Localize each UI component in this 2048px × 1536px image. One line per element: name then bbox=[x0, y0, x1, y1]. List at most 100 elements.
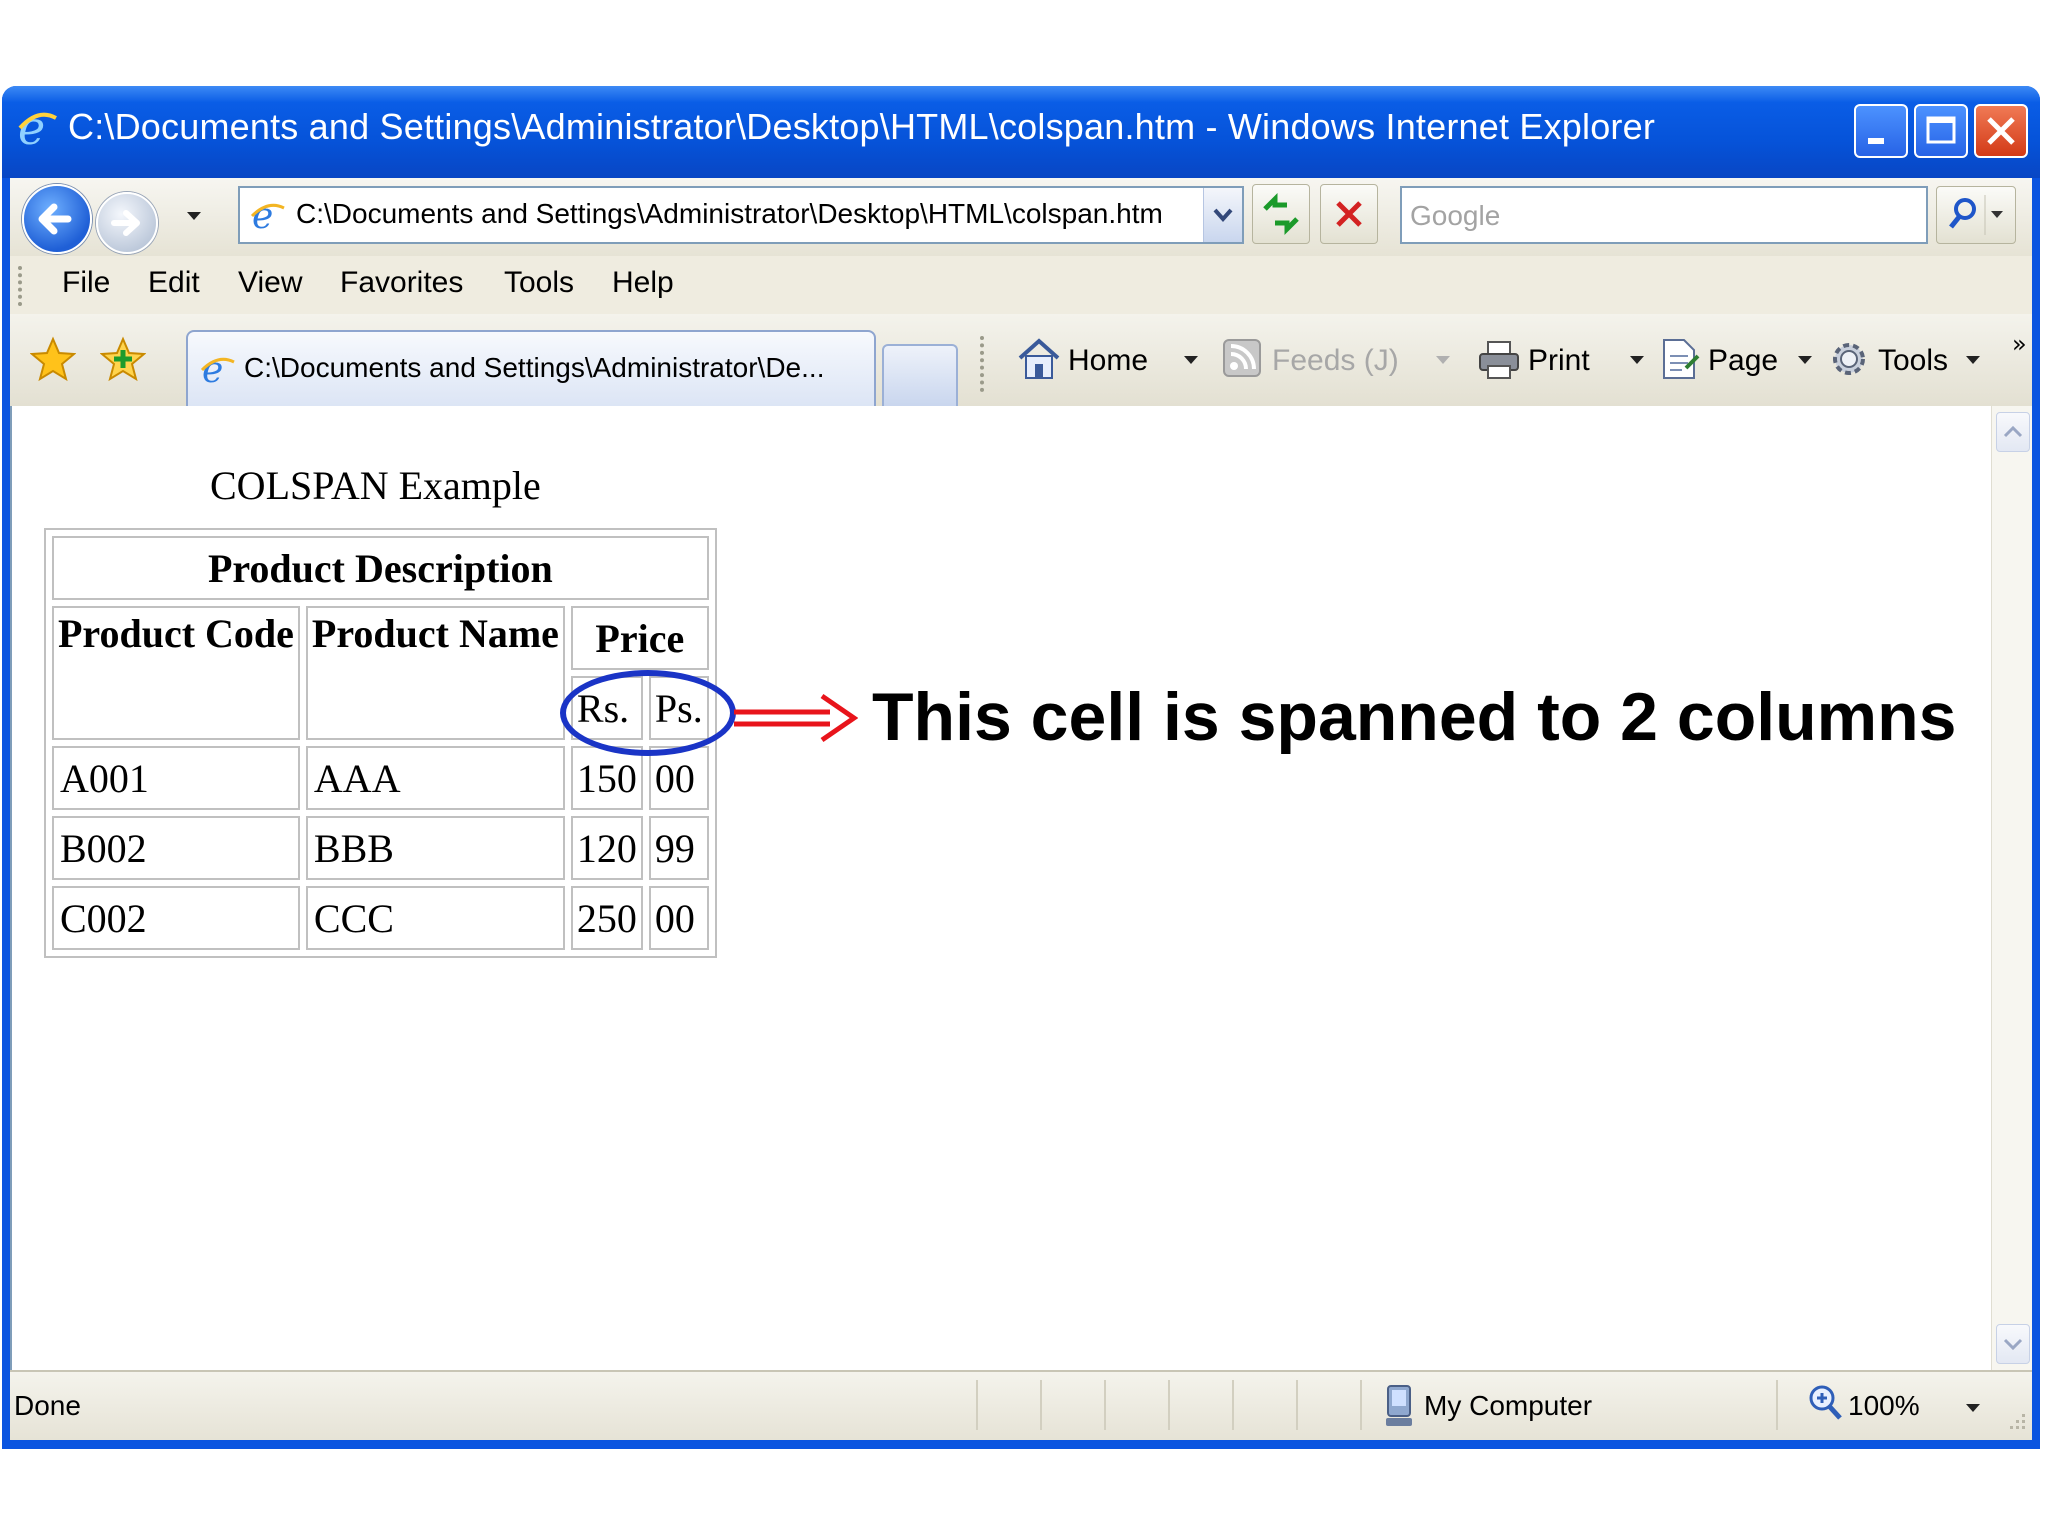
tools-dropdown-icon[interactable] bbox=[1966, 356, 1980, 364]
minimize-button[interactable] bbox=[1854, 104, 1908, 158]
zoom-label: 100% bbox=[1848, 1390, 1920, 1421]
status-separator bbox=[1296, 1380, 1298, 1430]
table-cell: B002 bbox=[52, 816, 300, 880]
print-label: Print bbox=[1528, 344, 1590, 377]
svg-text:e: e bbox=[252, 196, 273, 236]
my-computer-icon bbox=[1380, 1384, 1418, 1435]
tab-page-icon: e bbox=[198, 350, 238, 394]
status-separator bbox=[1104, 1380, 1106, 1430]
forward-button[interactable] bbox=[96, 192, 158, 254]
menu-help[interactable]: Help bbox=[612, 266, 674, 300]
search-placeholder: Google bbox=[1410, 200, 1501, 231]
search-field[interactable]: Google bbox=[1400, 186, 1928, 244]
menu-favorites[interactable]: Favorites bbox=[340, 266, 463, 300]
address-url: C:\Documents and Settings\Administrator\… bbox=[296, 198, 1163, 229]
tools-label: Tools bbox=[1878, 344, 1949, 377]
table-cell: 250 bbox=[570, 886, 643, 950]
window-title: C:\Documents and Settings\Administrator\… bbox=[68, 106, 1656, 147]
refresh-button[interactable] bbox=[1252, 184, 1310, 244]
toolbar-separator bbox=[980, 336, 984, 392]
table-cell: 99 bbox=[648, 816, 709, 880]
search-button[interactable] bbox=[1936, 186, 2016, 244]
tools-button[interactable]: Tools bbox=[1826, 336, 1956, 384]
zone-label: My Computer bbox=[1424, 1390, 1593, 1421]
menu-bar: File Edit View Favorites Tools Help bbox=[10, 256, 2032, 314]
zoom-magnifier-icon bbox=[1808, 1384, 1844, 1431]
product-description-header: Product Description bbox=[52, 536, 709, 600]
history-dropdown-icon[interactable] bbox=[184, 208, 204, 227]
new-tab-button[interactable] bbox=[882, 344, 958, 406]
add-favorites-icon[interactable] bbox=[99, 336, 147, 386]
stop-button[interactable] bbox=[1320, 184, 1378, 244]
ie-logo-icon: e bbox=[16, 101, 60, 155]
resize-grip-icon[interactable] bbox=[2004, 1408, 2028, 1436]
status-separator bbox=[976, 1380, 978, 1430]
page-button[interactable]: Page bbox=[1656, 336, 1786, 384]
callout-text: This cell is spanned to 2 columns bbox=[872, 679, 1957, 755]
status-separator bbox=[1232, 1380, 1234, 1430]
status-separator bbox=[1168, 1380, 1170, 1430]
title-bar[interactable]: e C:\Documents and Settings\Administrato… bbox=[2, 86, 2040, 178]
table-columns-row: Product Code Product Name Price bbox=[52, 606, 709, 740]
home-button[interactable]: Home bbox=[1016, 336, 1148, 384]
table-cell: CCC bbox=[305, 886, 565, 950]
price-header: Price bbox=[570, 606, 709, 670]
home-icon bbox=[1016, 336, 1062, 390]
back-button[interactable] bbox=[22, 184, 92, 254]
menu-file[interactable]: File bbox=[62, 266, 110, 300]
home-label: Home bbox=[1068, 344, 1149, 377]
svg-text:e: e bbox=[18, 104, 45, 154]
close-button[interactable] bbox=[1974, 104, 2028, 158]
highlight-ring bbox=[560, 670, 736, 756]
print-button[interactable]: Print bbox=[1476, 336, 1626, 384]
feeds-dropdown-icon[interactable] bbox=[1436, 356, 1450, 364]
feeds-label: Feeds (J) bbox=[1272, 344, 1399, 377]
vertical-scrollbar[interactable] bbox=[1991, 406, 2032, 1370]
table-row: A001 AAA 150 00 bbox=[52, 746, 709, 810]
address-field[interactable]: e C:\Documents and Settings\Administrato… bbox=[238, 186, 1244, 244]
tab-label: C:\Documents and Settings\Administrator\… bbox=[244, 352, 825, 383]
status-separator bbox=[1040, 1380, 1042, 1430]
address-toolbar: e C:\Documents and Settings\Administrato… bbox=[10, 178, 2032, 256]
printer-icon bbox=[1476, 336, 1522, 390]
table-cell: AAA bbox=[305, 746, 565, 810]
scroll-down-button[interactable] bbox=[1996, 1324, 2030, 1364]
table-cell: A001 bbox=[52, 746, 300, 810]
status-separator bbox=[1360, 1380, 1362, 1430]
page-icon bbox=[1656, 336, 1702, 390]
rss-feed-icon bbox=[1220, 336, 1264, 388]
menu-tools[interactable]: Tools bbox=[504, 266, 574, 300]
print-dropdown-icon[interactable] bbox=[1630, 356, 1644, 364]
product-name-header: Product Name bbox=[305, 606, 565, 740]
table-row: C002 CCC 250 00 bbox=[52, 886, 709, 950]
gear-icon bbox=[1826, 336, 1872, 390]
svg-text:e: e bbox=[202, 350, 223, 390]
address-dropdown-button[interactable] bbox=[1203, 188, 1242, 242]
home-dropdown-icon[interactable] bbox=[1184, 356, 1198, 364]
page-icon: e bbox=[248, 196, 288, 240]
page-heading: COLSPAN Example bbox=[210, 463, 541, 508]
product-code-header: Product Code bbox=[52, 606, 300, 740]
maximize-button[interactable] bbox=[1914, 104, 1968, 158]
toolbar-grip[interactable] bbox=[18, 266, 26, 306]
status-bar: Done My Computer 100% bbox=[10, 1370, 2032, 1440]
toolbar-overflow-icon[interactable]: » bbox=[2012, 330, 2027, 358]
table-row: B002 BBB 120 99 bbox=[52, 816, 709, 880]
table-cell: 150 bbox=[570, 746, 643, 810]
scroll-up-button[interactable] bbox=[1996, 412, 2030, 452]
command-bar: e C:\Documents and Settings\Administrato… bbox=[10, 314, 2032, 408]
favorites-center-star-icon[interactable] bbox=[29, 336, 77, 386]
status-text: Done bbox=[14, 1390, 81, 1421]
table-cell: BBB bbox=[305, 816, 565, 880]
table-header-row: Product Description bbox=[52, 536, 709, 600]
menu-edit[interactable]: Edit bbox=[148, 266, 200, 300]
callout-arrow-icon bbox=[734, 690, 859, 750]
status-separator bbox=[1776, 1380, 1778, 1430]
table-cell: C002 bbox=[52, 886, 300, 950]
zoom-dropdown-icon[interactable] bbox=[1966, 1404, 1980, 1412]
menu-view[interactable]: View bbox=[238, 266, 302, 300]
table-cell: 120 bbox=[570, 816, 643, 880]
tab-colspan[interactable]: e C:\Documents and Settings\Administrato… bbox=[186, 330, 876, 406]
feeds-button[interactable]: Feeds (J) bbox=[1220, 336, 1410, 384]
page-dropdown-icon[interactable] bbox=[1798, 356, 1812, 364]
